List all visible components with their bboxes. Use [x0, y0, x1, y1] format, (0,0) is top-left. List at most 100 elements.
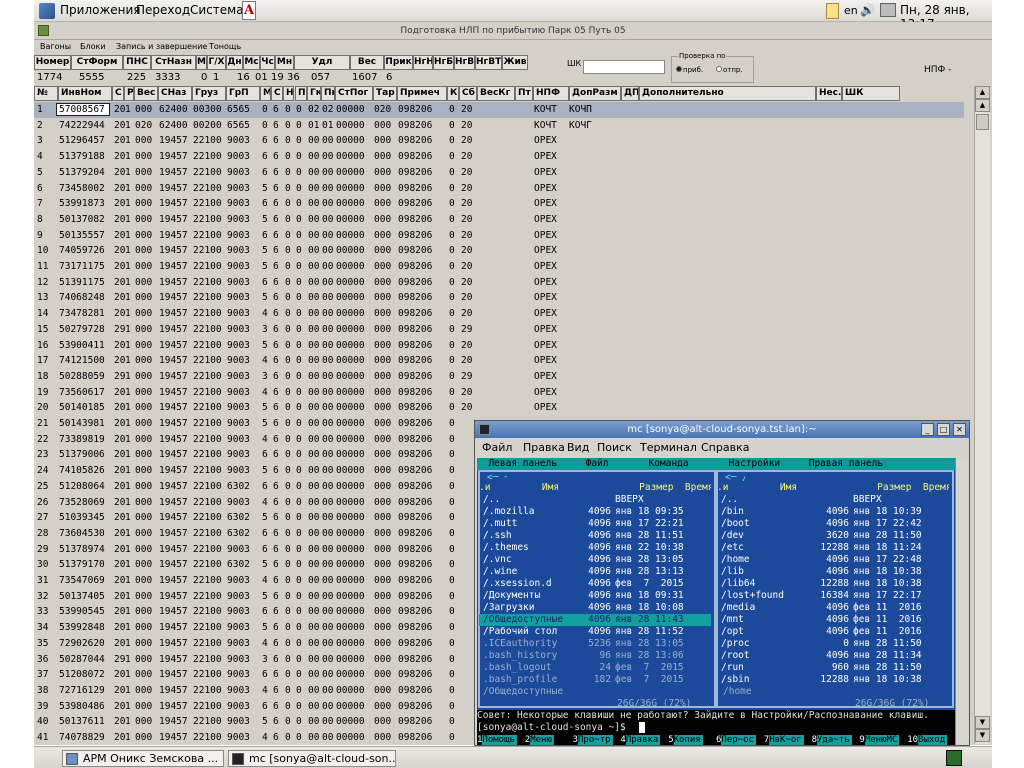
file-row[interactable]: /media 4096 фев 11 2016: [717, 602, 949, 614]
grid-col-10[interactable]: Н: [283, 86, 294, 101]
fkey-8[interactable]: 8Уда~ть: [812, 734, 852, 745]
header-value-11[interactable]: 1607: [352, 71, 377, 84]
file-row[interactable]: /etc 12288 янв 18 11:24: [717, 542, 949, 554]
grid-col-16[interactable]: Примеч: [397, 86, 447, 101]
table-row[interactable]: 7 53991873 20 1 000 19457 22100 9003 6 6 0 0 00 00 000…: [34, 196, 964, 212]
grid-col-17[interactable]: К: [447, 86, 459, 101]
fkey-9[interactable]: 9МенюМС: [859, 734, 900, 745]
file-row[interactable]: /lib64 12288 янв 18 10:38: [717, 578, 949, 590]
applications-menu[interactable]: Приложения: [60, 3, 141, 17]
grid-col-24[interactable]: Дополнительно: [639, 86, 816, 101]
menu-blocks[interactable]: Блоки: [80, 42, 106, 51]
menu-tonoshch[interactable]: Тонощь: [209, 42, 241, 51]
mc-top-menu[interactable]: Левая панель Файл Команда Настройки Прав…: [477, 458, 955, 470]
term-menu-view[interactable]: Вид: [567, 441, 589, 454]
header-value-2[interactable]: 225: [127, 71, 146, 84]
header-value-4[interactable]: 0: [201, 71, 207, 84]
table-row[interactable]: 20 50140185 20 1 000 19457 22100 9003 5 6 0 0 00 00 00…: [34, 400, 964, 416]
header-value-9[interactable]: 36: [287, 71, 300, 84]
file-row[interactable]: /boot 4096 янв 17 22:42: [717, 518, 949, 530]
file-row[interactable]: /sbin 12288 янв 18 10:38: [717, 674, 949, 686]
fkey-5[interactable]: 5Копия: [668, 734, 703, 745]
header-value-10[interactable]: 057: [311, 71, 330, 84]
file-row[interactable]: /Рабочий стол 4096 янв 28 11:52: [479, 626, 711, 638]
header-value-6[interactable]: 16: [237, 71, 250, 84]
header-value-7[interactable]: 01: [255, 71, 268, 84]
grid-col-13[interactable]: Пк: [321, 86, 335, 101]
file-row[interactable]: /proc 0 янв 28 11:50: [717, 638, 949, 650]
shk-input[interactable]: [583, 60, 665, 74]
header-value-0[interactable]: 1774: [37, 71, 62, 84]
grid-col-7[interactable]: ГрП: [226, 86, 260, 101]
table-row[interactable]: 18 50288059 29 1 000 19457 22100 9003 3 6 0 0 00 00 00…: [34, 369, 964, 385]
file-row[interactable]: .bash_profile 182 фев 7 2015: [479, 674, 711, 686]
table-row[interactable]: 6 73458002 20 1 000 19457 22100 9003 5 6 0 0 00 00 000…: [34, 181, 964, 197]
close-icon[interactable]: ✕: [953, 423, 966, 436]
taskbar-arm-onyx[interactable]: АРМ Оникс Земскова ...: [62, 750, 224, 767]
table-row[interactable]: 5 51379204 20 1 000 19457 22100 9003 6 6 0 0 00 00 000…: [34, 165, 964, 181]
table-row[interactable]: 16 53900411 20 1 000 19457 22100 9003 5 6 0 0 00 00 00…: [34, 338, 964, 354]
keyboard-layout[interactable]: en: [844, 4, 858, 17]
file-row[interactable]: /mnt 4096 фев 11 2016: [717, 614, 949, 626]
term-menu-edit[interactable]: Правка: [523, 441, 565, 454]
file-row[interactable]: /dev 3620 янв 28 11:50: [717, 530, 949, 542]
grid-col-1[interactable]: ИнвНом: [58, 86, 112, 101]
table-row[interactable]: 15 50279728 29 1 000 19457 22100 9003 3 6 0 0 00 00 00…: [34, 322, 964, 338]
places-menu[interactable]: Переход: [136, 3, 190, 17]
file-row[interactable]: /lib 4096 янв 18 10:38: [717, 566, 949, 578]
file-row[interactable]: /.mozilla 4096 янв 18 09:35: [479, 506, 711, 518]
grid-col-14[interactable]: СтПог: [335, 86, 373, 101]
grid-col-4[interactable]: Вес: [134, 86, 158, 101]
header-value-1[interactable]: 5555: [79, 71, 104, 84]
table-row[interactable]: 11 73171175 20 1 000 19457 22100 9003 5 6 0 0 00 00 00…: [34, 259, 964, 275]
scroll-up2-icon[interactable]: ▲: [975, 99, 990, 112]
header-value-12[interactable]: 6: [386, 71, 392, 84]
fkey-4[interactable]: 4Правка: [620, 734, 661, 745]
grid-col-8[interactable]: М: [260, 86, 271, 101]
file-row[interactable]: /Общедоступные 4096 янв 28 11:43: [479, 614, 711, 626]
menu-save-finish[interactable]: Запись и завершение: [116, 42, 207, 51]
table-row[interactable]: 17 74121500 20 1 000 19457 22100 9003 4 6 0 0 00 00 00…: [34, 353, 964, 369]
table-row[interactable]: 2 74222944 20 1 020 62400 00200 6565 0 6 0 0 01 01 000…: [34, 118, 964, 134]
file-row[interactable]: /Документы 4096 янв 18 09:31: [479, 590, 711, 602]
fkey-1[interactable]: 1Помощь: [477, 734, 517, 745]
shell-prompt[interactable]: [sonya@alt-cloud-sonya ~]$: [477, 722, 955, 734]
file-row[interactable]: /bin 4096 янв 18 10:39: [717, 506, 949, 518]
term-menu-search[interactable]: Поиск: [597, 441, 632, 454]
table-row[interactable]: 3 51296457 20 1 000 19457 22100 9003 6 6 0 0 00 00 000…: [34, 133, 964, 149]
file-row[interactable]: /run 960 янв 28 11:50: [717, 662, 949, 674]
network-icon[interactable]: [880, 3, 896, 17]
fkey-3[interactable]: 3Про~тр: [573, 734, 613, 745]
table-row[interactable]: 19 73560617 20 1 000 19457 22100 9003 4 6 0 0 00 00 00…: [34, 385, 964, 401]
file-row[interactable]: /.wine 4096 янв 28 13:13: [479, 566, 711, 578]
fkey-2[interactable]: 2Меню: [525, 734, 554, 745]
file-row[interactable]: /.. ВВЕРХ: [717, 494, 949, 506]
notes-icon[interactable]: [826, 3, 839, 19]
term-menu-file[interactable]: Файл: [482, 441, 512, 454]
table-row[interactable]: 10 74059726 20 1 000 19457 22100 9003 5 6 0 0 00 00 00…: [34, 243, 964, 259]
grid-col-25[interactable]: Нес.: [816, 86, 842, 101]
scroll-down-icon[interactable]: ▼: [975, 716, 990, 729]
grid-col-2[interactable]: С: [112, 86, 124, 101]
grid-col-3[interactable]: Р: [124, 86, 134, 101]
file-row[interactable]: /.vnc 4096 янв 28 13:05: [479, 554, 711, 566]
table-row[interactable]: 13 74068248 20 1 000 19457 22100 9003 5 6 0 0 00 00 00…: [34, 290, 964, 306]
file-row[interactable]: /.ssh 4096 янв 28 11:51: [479, 530, 711, 542]
grid-col-11[interactable]: П: [295, 86, 307, 101]
check-departure-radio[interactable]: отпр.: [716, 66, 743, 74]
grid-col-23[interactable]: ДП: [621, 86, 639, 101]
header-value-5[interactable]: 1: [213, 71, 219, 84]
table-row[interactable]: 12 51391175 20 1 000 19457 22100 9003 6 6 0 0 00 00 00…: [34, 275, 964, 291]
file-row[interactable]: /.xsession.d 4096 фев 7 2015: [479, 578, 711, 590]
taskbar-mc[interactable]: mc [sonya@alt-cloud-son...: [228, 750, 396, 767]
maximize-icon[interactable]: □: [937, 423, 950, 436]
terminal-scrollbar[interactable]: [955, 458, 968, 745]
grid-col-0[interactable]: №: [34, 86, 58, 101]
menu-wagons[interactable]: Вагоны: [40, 42, 71, 51]
launcher-icon[interactable]: А: [242, 1, 256, 20]
table-row[interactable]: 1 57008567 20 1 000 62400 00300 6565 0 6 0 0 02 02 000…: [34, 102, 964, 118]
volume-icon[interactable]: 🔊: [860, 3, 875, 17]
grid-col-12[interactable]: Гк: [307, 86, 321, 101]
file-row[interactable]: /.mutt 4096 янв 17 22:21: [479, 518, 711, 530]
grid-col-9[interactable]: С: [271, 86, 283, 101]
